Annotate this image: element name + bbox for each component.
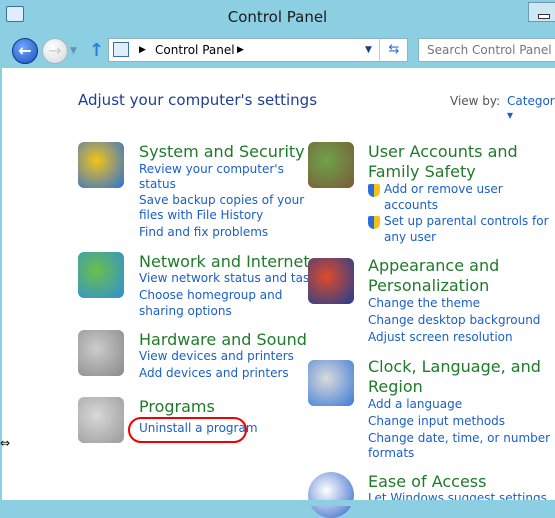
category-link[interactable]: Review your computer's <box>139 162 284 176</box>
control-panel-icon <box>113 42 129 57</box>
back-button[interactable]: ← <box>12 38 38 64</box>
category-heading[interactable]: Network and Internet <box>139 252 310 271</box>
category-heading[interactable]: Family Safety <box>368 162 476 181</box>
page-title: Adjust your computer's settings <box>78 91 318 109</box>
category-heading[interactable]: Clock, Language, and <box>368 357 541 376</box>
uac-shield-icon <box>368 216 380 229</box>
resize-cursor-icon: ⇔ <box>0 436 11 450</box>
address-dropdown-icon[interactable]: ▼ <box>365 39 372 61</box>
category-link[interactable]: View devices and printers <box>139 349 294 363</box>
programs-box-icon[interactable] <box>78 397 124 443</box>
category-link[interactable]: Add a language <box>368 397 462 411</box>
forward-button[interactable]: → <box>42 38 68 64</box>
window-title: Control Panel <box>227 8 328 26</box>
printer-speaker-icon[interactable] <box>78 330 124 376</box>
category-link[interactable]: Add devices and printers <box>139 366 289 380</box>
category-heading[interactable]: User Accounts and <box>368 142 518 161</box>
category-heading[interactable]: System and Security <box>139 142 305 161</box>
category-heading[interactable]: Personalization <box>368 276 489 295</box>
category-heading[interactable]: Ease of Access <box>368 472 486 491</box>
breadcrumb-arrow-icon[interactable]: ▶ <box>237 39 244 61</box>
category-link[interactable]: Choose homegroup and <box>139 288 282 302</box>
minimize-button[interactable] <box>528 2 555 22</box>
category-heading[interactable]: Region <box>368 377 423 396</box>
view-by-label: View by: <box>450 94 501 108</box>
category-link[interactable]: Change input methods <box>368 414 505 428</box>
category-heading[interactable]: Hardware and Sound <box>139 330 307 349</box>
monitor-palette-icon[interactable] <box>308 258 354 304</box>
category-link[interactable]: files with File History <box>139 208 263 222</box>
clock-globe-icon[interactable] <box>308 360 354 406</box>
window-bottom-border <box>0 500 555 506</box>
category-link[interactable]: Save backup copies of your <box>139 193 304 207</box>
address-bar[interactable]: ▶ Control Panel ▶ ▼ ⇆ <box>108 38 408 62</box>
search-input[interactable] <box>418 38 555 62</box>
view-by-dropdown[interactable]: Category ▾ <box>507 94 555 122</box>
category-link[interactable]: formats <box>368 446 414 460</box>
category-link[interactable]: Change desktop background <box>368 313 540 327</box>
globe-network-icon[interactable] <box>78 252 124 298</box>
highlight-oval <box>128 417 247 443</box>
category-link[interactable]: Change the theme <box>368 296 480 310</box>
category-link[interactable]: sharing options <box>139 304 232 318</box>
breadcrumb-control-panel[interactable]: Control Panel <box>155 39 235 61</box>
recent-locations-dropdown-icon[interactable]: ▼ <box>70 46 77 56</box>
category-link[interactable]: any user <box>384 230 436 244</box>
category-link[interactable]: Add or remove user <box>384 182 503 196</box>
category-link[interactable]: View network status and tasks <box>139 271 322 285</box>
ease-of-access-icon[interactable] <box>308 472 354 518</box>
category-link[interactable]: Change date, time, or number <box>368 431 550 445</box>
uac-shield-icon <box>368 184 380 197</box>
up-button[interactable]: ↑ <box>89 40 104 61</box>
shield-computer-icon[interactable] <box>78 142 124 188</box>
category-heading[interactable]: Programs <box>139 397 215 416</box>
users-icon[interactable] <box>308 142 354 188</box>
category-link[interactable]: status <box>139 177 176 191</box>
breadcrumb-arrow-icon[interactable]: ▶ <box>139 39 146 61</box>
category-link[interactable]: accounts <box>384 198 438 212</box>
category-heading[interactable]: Appearance and <box>368 256 499 275</box>
category-link[interactable]: Find and fix problems <box>139 225 268 239</box>
refresh-icon[interactable]: ⇆ <box>379 39 408 61</box>
category-link[interactable]: Adjust screen resolution <box>368 330 513 344</box>
category-link[interactable]: Set up parental controls for <box>384 214 549 228</box>
